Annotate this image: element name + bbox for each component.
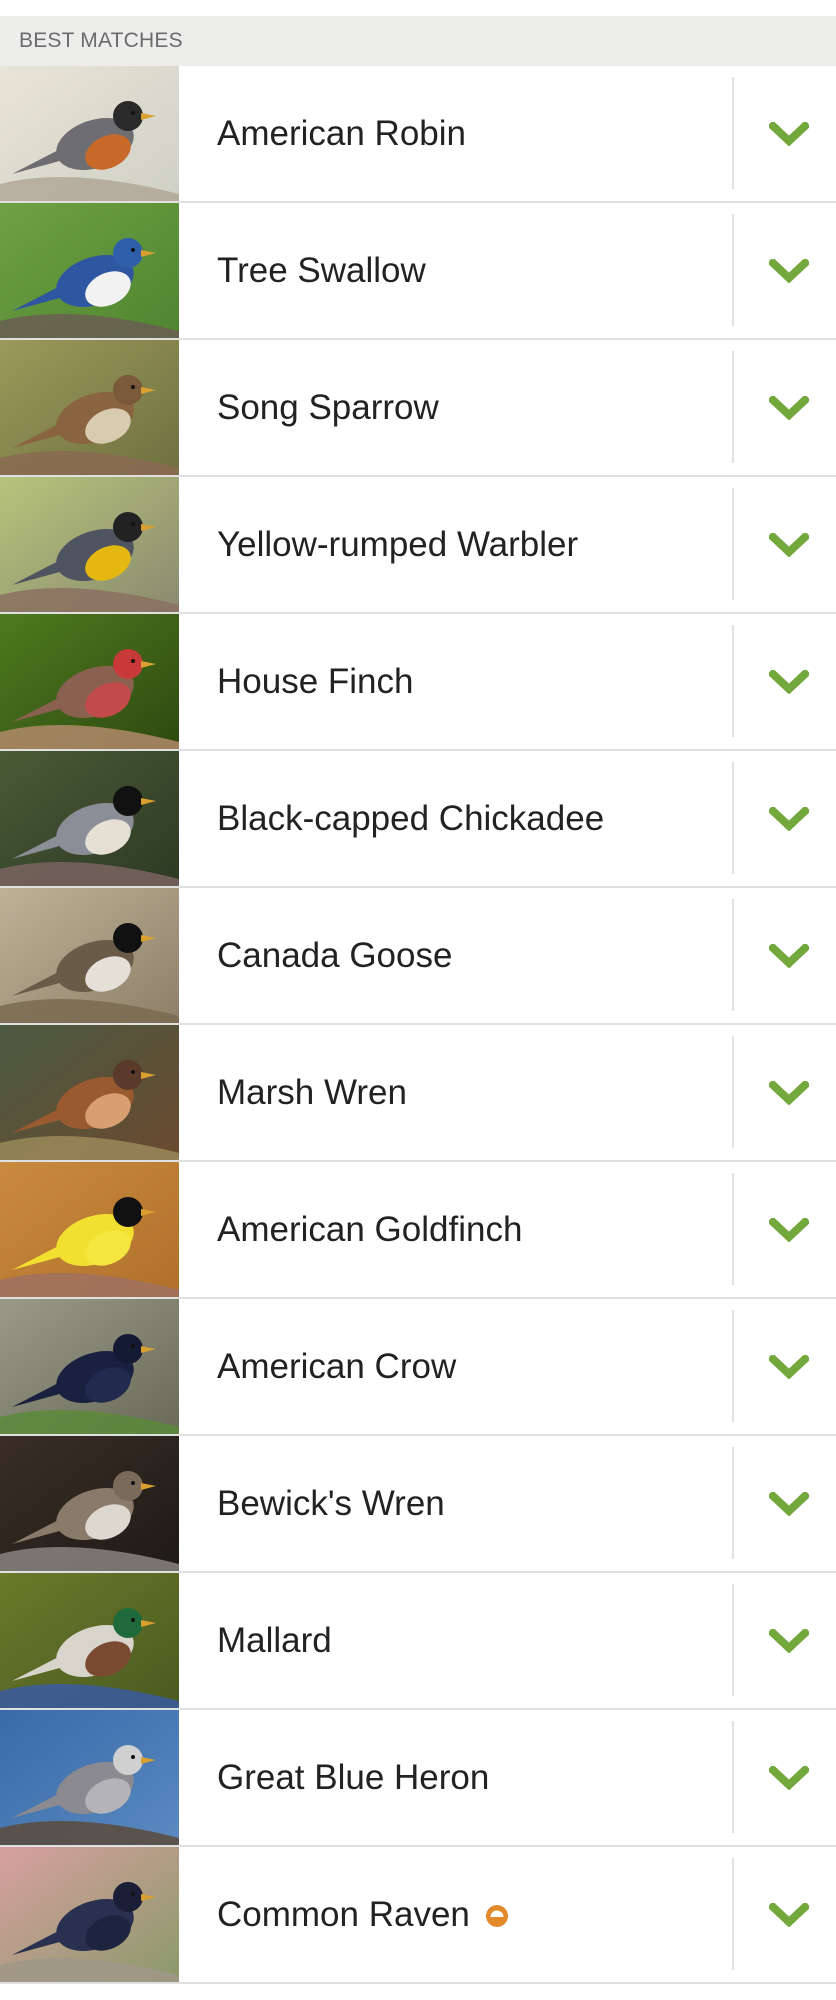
- expand-button[interactable]: [734, 1436, 836, 1571]
- list-item-yellow-rumped-warbler[interactable]: Yellow-rumped Warbler: [0, 477, 836, 614]
- bird-name: Black-capped Chickadee: [217, 798, 605, 838]
- list-item-song-sparrow[interactable]: Song Sparrow: [0, 340, 836, 477]
- expand-button[interactable]: [734, 751, 836, 886]
- bird-name: American Robin: [217, 113, 466, 153]
- list-item-bewick-s-wren[interactable]: Bewick's Wren: [0, 1436, 836, 1573]
- bird-photo[interactable]: [0, 751, 179, 886]
- list-item-canada-goose[interactable]: Canada Goose: [0, 888, 836, 1025]
- expand-button[interactable]: [734, 1299, 836, 1434]
- bird-name: American Goldfinch: [217, 1209, 523, 1249]
- list-item-common-raven[interactable]: Common Raven: [0, 1847, 836, 1984]
- list-item-mallard[interactable]: Mallard: [0, 1573, 836, 1710]
- expand-button[interactable]: [734, 1847, 836, 1982]
- partial-season-badge-icon: [485, 1904, 508, 1927]
- bird-name: Canada Goose: [217, 935, 453, 975]
- bird-name: Common Raven: [217, 1894, 470, 1934]
- bird-name: Great Blue Heron: [217, 1757, 490, 1797]
- chevron-down-icon: [769, 943, 809, 968]
- bird-photo[interactable]: [0, 1847, 179, 1982]
- bird-photo[interactable]: [0, 1710, 179, 1845]
- bird-photo[interactable]: [0, 1162, 179, 1297]
- chevron-down-icon: [769, 669, 809, 694]
- chevron-down-icon: [769, 1217, 809, 1242]
- bird-name: American Crow: [217, 1346, 457, 1386]
- list-item-american-crow[interactable]: American Crow: [0, 1299, 836, 1436]
- expand-button[interactable]: [734, 477, 836, 612]
- expand-button[interactable]: [734, 1710, 836, 1845]
- bird-photo[interactable]: [0, 477, 179, 612]
- bird-name: Tree Swallow: [217, 250, 426, 290]
- bird-name: Mallard: [217, 1620, 332, 1660]
- list-item-american-goldfinch[interactable]: American Goldfinch: [0, 1162, 836, 1299]
- chevron-down-icon: [769, 1765, 809, 1790]
- bird-photo[interactable]: [0, 1436, 179, 1571]
- bird-photo[interactable]: [0, 66, 179, 201]
- bird-photo[interactable]: [0, 888, 179, 1023]
- chevron-down-icon: [769, 1080, 809, 1105]
- chevron-down-icon: [769, 395, 809, 420]
- bird-photo[interactable]: [0, 340, 179, 475]
- list-item-black-capped-chickadee[interactable]: Black-capped Chickadee: [0, 751, 836, 888]
- bird-photo[interactable]: [0, 1025, 179, 1160]
- expand-button[interactable]: [734, 1573, 836, 1708]
- bird-name: Marsh Wren: [217, 1072, 407, 1112]
- list-item-house-finch[interactable]: House Finch: [0, 614, 836, 751]
- chevron-down-icon: [769, 1902, 809, 1927]
- chevron-down-icon: [769, 121, 809, 146]
- bird-photo[interactable]: [0, 1573, 179, 1708]
- chevron-down-icon: [769, 1491, 809, 1516]
- expand-button[interactable]: [734, 203, 836, 338]
- chevron-down-icon: [769, 1354, 809, 1379]
- list-item-great-blue-heron[interactable]: Great Blue Heron: [0, 1710, 836, 1847]
- chevron-down-icon: [769, 532, 809, 557]
- expand-button[interactable]: [734, 1162, 836, 1297]
- section-title: BEST MATCHES: [19, 29, 183, 52]
- bird-name: Yellow-rumped Warbler: [217, 524, 579, 564]
- bird-results-list: American Robin Tree Swallow Song Sparrow…: [0, 66, 836, 1984]
- expand-button[interactable]: [734, 340, 836, 475]
- expand-button[interactable]: [734, 66, 836, 201]
- bird-photo[interactable]: [0, 614, 179, 749]
- list-item-american-robin[interactable]: American Robin: [0, 66, 836, 203]
- bird-name: House Finch: [217, 661, 414, 701]
- bird-name: Song Sparrow: [217, 387, 439, 427]
- bird-photo[interactable]: [0, 203, 179, 338]
- expand-button[interactable]: [734, 614, 836, 749]
- best-matches-header: BEST MATCHES: [0, 16, 836, 66]
- bird-photo[interactable]: [0, 1299, 179, 1434]
- expand-button[interactable]: [734, 1025, 836, 1160]
- expand-button[interactable]: [734, 888, 836, 1023]
- chevron-down-icon: [769, 1628, 809, 1653]
- bird-name: Bewick's Wren: [217, 1483, 445, 1523]
- chevron-down-icon: [769, 806, 809, 831]
- list-item-marsh-wren[interactable]: Marsh Wren: [0, 1025, 836, 1162]
- list-item-tree-swallow[interactable]: Tree Swallow: [0, 203, 836, 340]
- chevron-down-icon: [769, 258, 809, 283]
